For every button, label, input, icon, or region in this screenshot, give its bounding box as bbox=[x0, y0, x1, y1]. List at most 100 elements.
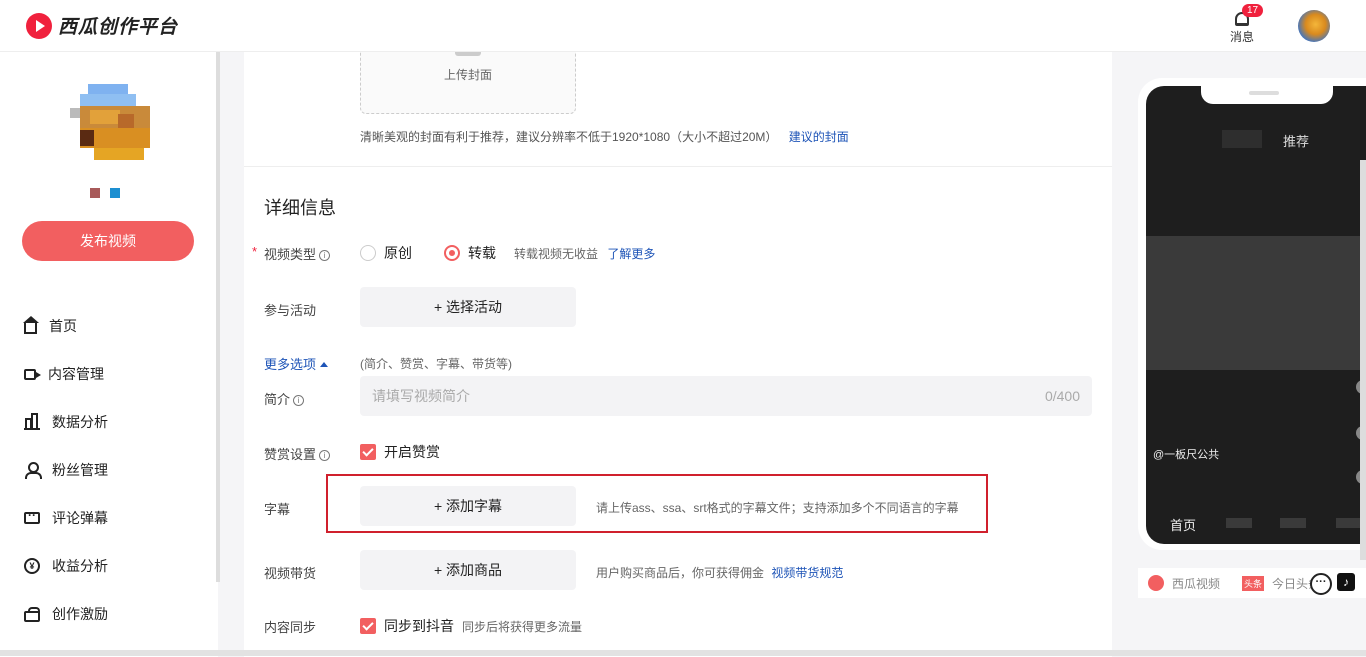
checkbox-label: 开启赞赏 bbox=[384, 444, 440, 460]
chart-icon bbox=[24, 413, 40, 430]
preview-tab-placeholder bbox=[1222, 130, 1262, 148]
right-scrollbar[interactable] bbox=[1360, 160, 1366, 560]
profile-avatar[interactable] bbox=[70, 84, 150, 160]
radio-repost[interactable]: 转载 bbox=[444, 243, 496, 263]
sidebar-item-label: 数据分析 bbox=[52, 414, 108, 430]
messages-label: 消息 bbox=[1229, 30, 1254, 44]
toutiao-icon: 头条 bbox=[1242, 575, 1265, 591]
caret-up-icon bbox=[320, 362, 329, 367]
reward-label: 赞赏设置 i bbox=[264, 444, 331, 463]
comment-icon bbox=[24, 508, 40, 524]
profile-badges bbox=[90, 188, 120, 198]
enable-reward-checkbox[interactable]: 开启赞赏 bbox=[360, 442, 440, 462]
learn-more-link[interactable]: 了解更多 bbox=[607, 247, 655, 261]
logo-text: 西瓜创作平台 bbox=[58, 17, 179, 38]
gift-icon bbox=[24, 606, 40, 622]
sidebar-item-label: 评论弹幕 bbox=[52, 510, 108, 526]
sidebar-item-label: 粉丝管理 bbox=[52, 462, 108, 478]
sidebar-item-content[interactable]: 内容管理 bbox=[0, 350, 216, 398]
more-options-hint: (简介、赞赏、字幕、带货等) bbox=[360, 357, 512, 371]
sidebar-item-label: 收益分析 bbox=[52, 558, 108, 574]
sidebar-item-label: 内容管理 bbox=[48, 366, 104, 382]
intro-placeholder: 请填写视频简介 bbox=[372, 388, 470, 404]
home-icon bbox=[23, 315, 39, 334]
divider bbox=[244, 166, 1112, 167]
video-icon bbox=[24, 368, 41, 380]
user-avatar[interactable] bbox=[1298, 10, 1330, 42]
radio-circle-checked bbox=[444, 245, 460, 261]
checkbox-checked-icon bbox=[360, 444, 376, 460]
sync-hint: 同步后将获得更多流量 bbox=[462, 620, 583, 634]
select-activity-button[interactable]: + 选择活动 bbox=[360, 287, 576, 327]
top-bar: 西瓜创作平台 17 消息 bbox=[0, 0, 1366, 52]
video-type-label-text: 视频类型 bbox=[264, 247, 317, 262]
platform-xigua[interactable]: 西瓜视频 bbox=[1172, 575, 1220, 592]
video-type-note-text: 转载视频无收益 bbox=[514, 247, 599, 261]
sidebar-item-label: 创作激励 bbox=[52, 606, 108, 622]
message-count-badge: 17 bbox=[1242, 4, 1264, 17]
publish-video-button[interactable]: 发布视频 bbox=[22, 221, 194, 261]
sidebar-item-home[interactable]: 首页 bbox=[0, 302, 216, 350]
preview-nav-placeholder bbox=[1226, 518, 1252, 528]
info-icon[interactable]: i bbox=[319, 250, 331, 261]
chat-icon[interactable]: ··· bbox=[1310, 573, 1332, 595]
activity-label: 参与活动 bbox=[264, 303, 317, 318]
money-icon: ¥ bbox=[24, 558, 40, 574]
radio-label: 转载 bbox=[468, 245, 496, 261]
upload-cover-label: 上传封面 bbox=[443, 68, 492, 82]
phone-notch bbox=[1201, 86, 1333, 104]
sidebar: 发布视频 首页 内容管理 数据分析 粉丝管理 评论弹幕 ¥ 收益分析 创作激励 bbox=[0, 52, 218, 657]
cover-guide-link[interactable]: 建议的封面 bbox=[789, 130, 849, 144]
sidebar-item-fans[interactable]: 粉丝管理 bbox=[0, 446, 216, 494]
info-icon[interactable]: i bbox=[319, 450, 331, 461]
info-icon[interactable]: i bbox=[293, 395, 305, 406]
reward-label-text: 赞赏设置 bbox=[264, 447, 317, 462]
preview-nav-home: 首页 bbox=[1170, 518, 1197, 533]
video-type-label: 视频类型 i bbox=[264, 244, 331, 263]
highlight-box bbox=[326, 474, 988, 533]
horizontal-scrollbar[interactable] bbox=[0, 650, 1366, 656]
sidebar-nav: 首页 内容管理 数据分析 粉丝管理 评论弹幕 ¥ 收益分析 创作激励 bbox=[0, 302, 216, 638]
add-goods-button[interactable]: + 添加商品 bbox=[360, 550, 576, 590]
intro-input[interactable]: 请填写视频简介 0/400 bbox=[360, 376, 1092, 416]
preview-nav-placeholder bbox=[1336, 518, 1362, 528]
sidebar-item-comments[interactable]: 评论弹幕 bbox=[0, 494, 216, 542]
radio-label: 原创 bbox=[384, 245, 412, 261]
cover-hint-text: 清晰美观的封面有利于推荐，建议分辨率不低于1920*1080（大小不超过20M） bbox=[360, 130, 778, 144]
radio-circle bbox=[360, 245, 376, 261]
messages-button[interactable]: 17 消息 bbox=[1228, 4, 1264, 45]
logo[interactable]: 西瓜创作平台 bbox=[26, 12, 178, 39]
sync-douyin-checkbox[interactable]: 同步到抖音 bbox=[360, 616, 454, 636]
video-type-note: 转载视频无收益 了解更多 bbox=[514, 245, 655, 262]
phone-preview: 推荐 @一板尺公共 首页 bbox=[1146, 86, 1366, 544]
cover-hint: 清晰美观的封面有利于推荐，建议分辨率不低于1920*1080（大小不超过20M）… bbox=[360, 128, 849, 145]
sidebar-item-revenue[interactable]: ¥ 收益分析 bbox=[0, 542, 216, 590]
goods-label: 视频带货 bbox=[264, 566, 317, 581]
sidebar-item-incentive[interactable]: 创作激励 bbox=[0, 590, 216, 638]
subtitle-label: 字幕 bbox=[264, 502, 291, 517]
intro-label-text: 简介 bbox=[264, 392, 291, 407]
sync-label: 内容同步 bbox=[264, 620, 317, 635]
sidebar-item-analytics[interactable]: 数据分析 bbox=[0, 398, 216, 446]
preview-tab-recommend: 推荐 bbox=[1283, 134, 1310, 149]
goods-hint: 用户购买商品后，你可获得佣金 视频带货规范 bbox=[596, 564, 843, 581]
more-options-toggle[interactable]: 更多选项 bbox=[264, 354, 329, 373]
xigua-logo-icon bbox=[26, 12, 52, 39]
upload-cover-button[interactable]: 上传封面 bbox=[360, 50, 576, 114]
more-options-label: 更多选项 bbox=[264, 357, 317, 372]
intro-char-counter: 0/400 bbox=[1044, 388, 1080, 404]
fans-icon bbox=[24, 462, 42, 479]
xigua-icon bbox=[1148, 575, 1164, 591]
sidebar-scrollbar[interactable] bbox=[216, 52, 220, 582]
section-title: 详细信息 bbox=[264, 198, 336, 218]
goods-hint-text: 用户购买商品后，你可获得佣金 bbox=[596, 566, 765, 580]
required-mark: * bbox=[252, 244, 258, 259]
goods-rules-link[interactable]: 视频带货规范 bbox=[771, 566, 843, 580]
checkbox-checked-icon bbox=[360, 618, 376, 634]
radio-original[interactable]: 原创 bbox=[360, 243, 412, 263]
douyin-icon[interactable]: ♪ bbox=[1337, 573, 1355, 591]
preview-author: @一板尺公共 bbox=[1153, 449, 1220, 461]
preview-nav-placeholder bbox=[1280, 518, 1306, 528]
checkbox-label: 同步到抖音 bbox=[384, 618, 454, 634]
sidebar-item-label: 首页 bbox=[49, 318, 77, 334]
